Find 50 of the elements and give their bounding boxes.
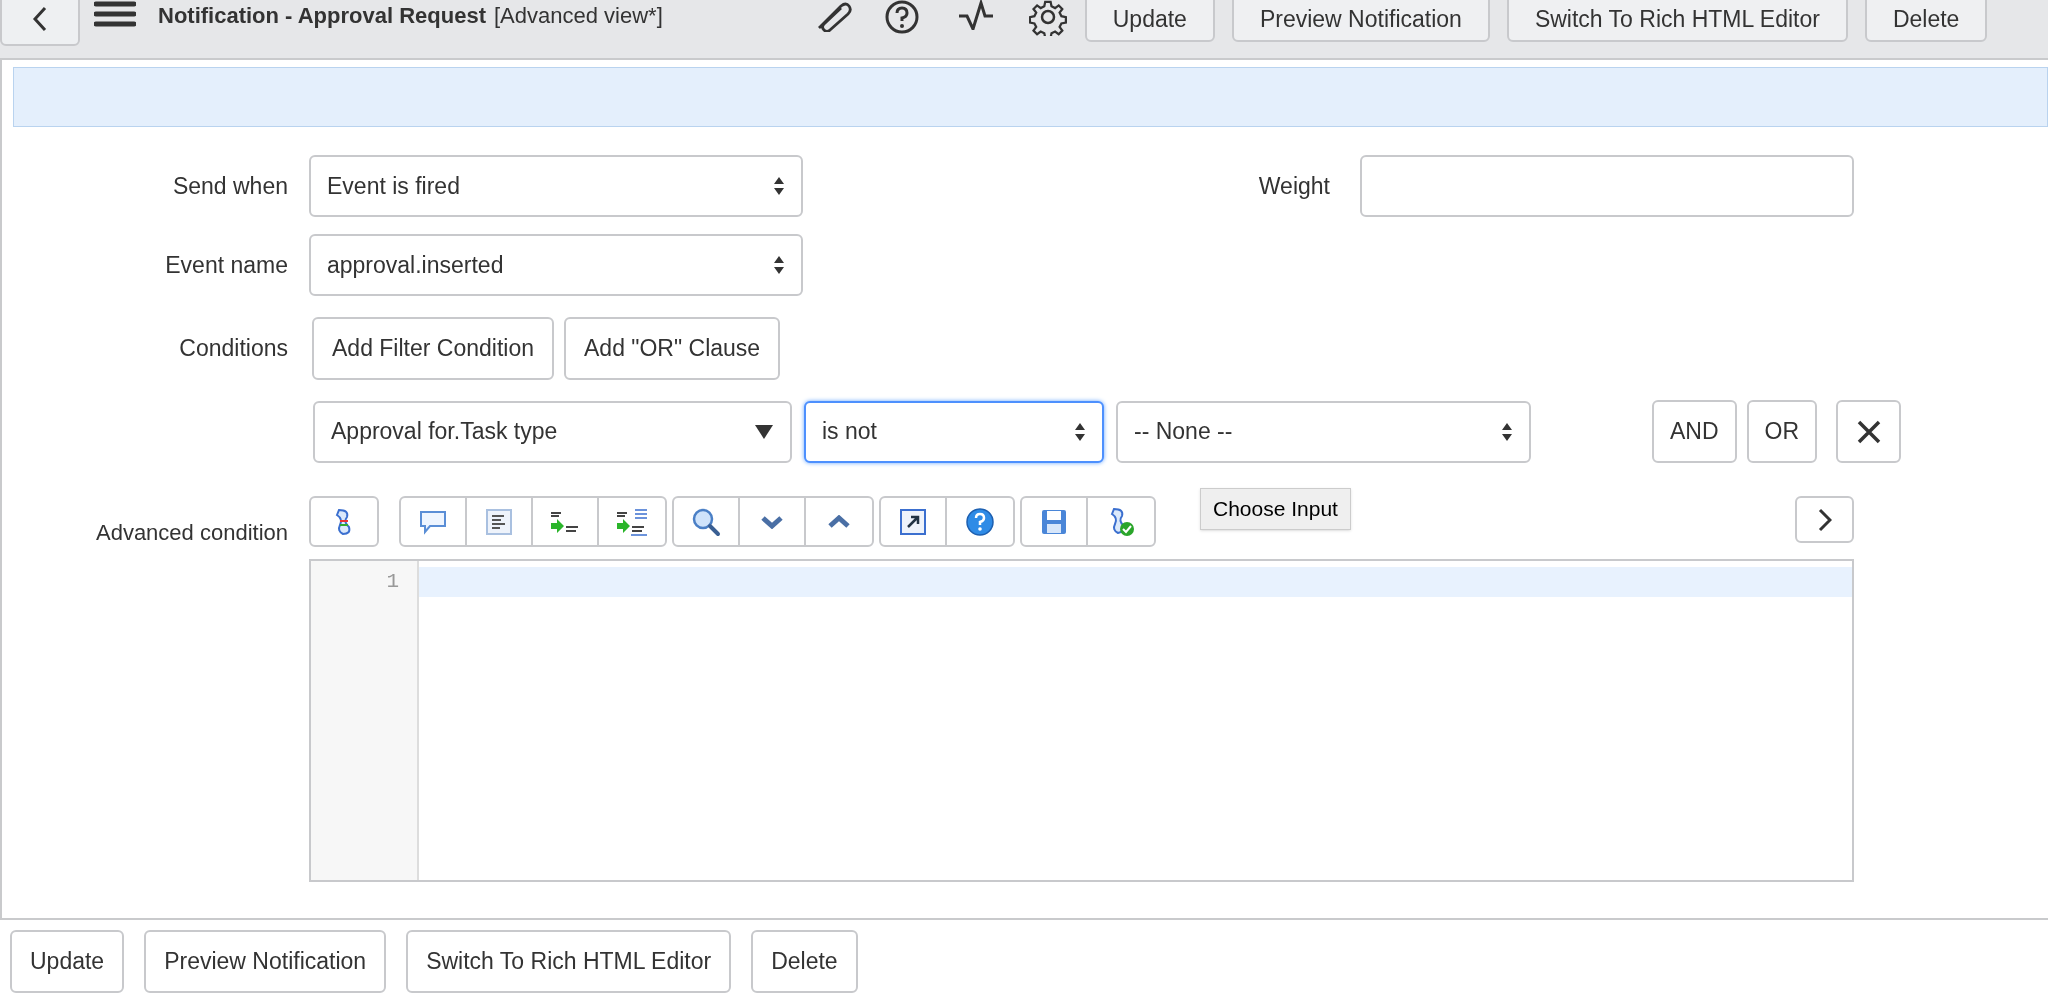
button[interactable]: Update [10,930,125,993]
field-label: Event name [165,251,288,278]
select-field[interactable]: approval.inserted [309,234,803,296]
header-button[interactable]: Update [1084,0,1215,42]
select-field[interactable]: Approval for.Task type [313,400,792,463]
select-arrows-icon [773,255,785,275]
tooltip: Choose Input [1200,488,1351,530]
next-button[interactable] [1795,496,1854,543]
help-icon [965,506,995,537]
field-label: Weight [1258,172,1330,199]
line-number: 1 [386,569,399,595]
select-arrows-icon [1074,421,1086,442]
header-button[interactable]: Switch To Rich HTML Editor [1506,0,1848,42]
select-field[interactable]: Event is fired [309,155,803,217]
button[interactable]: OR [1746,400,1818,463]
weight-input[interactable] [1360,155,1854,217]
chevron-right-icon [1817,507,1832,532]
search-icon [691,506,721,537]
header-button[interactable]: Delete [1864,0,1988,42]
select-field[interactable]: is not [804,400,1104,463]
chevron-up-icon [828,514,850,529]
page-title: Notification - Approval Request [158,1,486,30]
select-arrows-icon [773,176,785,196]
save-icon [1040,507,1068,536]
activity-icon[interactable] [956,0,995,30]
close-icon [1856,419,1881,444]
menu-icon[interactable] [94,0,136,30]
field-label: Advanced condition [95,520,288,545]
button[interactable]: Delete [751,930,858,993]
button[interactable]: Add Filter Condition [312,317,554,380]
remove-condition-button[interactable] [1836,400,1902,463]
view-label: [Advanced view*] [494,1,663,30]
comment-icon [418,508,448,535]
select-field[interactable]: -- None -- [1116,400,1531,463]
field-label: Conditions [179,335,288,361]
align-text-icon [485,507,513,536]
jump-icon [899,507,927,536]
button[interactable]: AND [1652,400,1737,463]
chevron-down-icon [761,514,783,529]
button[interactable]: Add "OR" Clause [564,317,781,380]
settings-icon[interactable] [1028,0,1067,36]
replace-all-icon [615,506,649,537]
button[interactable]: Preview Notification [144,930,387,993]
select-arrows-icon [1501,421,1513,442]
back-icon [32,6,48,32]
field-label: Send when [172,172,288,199]
header-button[interactable]: Preview Notification [1231,0,1490,42]
back-button[interactable] [0,0,80,46]
button[interactable]: Switch To Rich HTML Editor [406,930,732,993]
dropdown-triangle-icon [754,423,774,440]
